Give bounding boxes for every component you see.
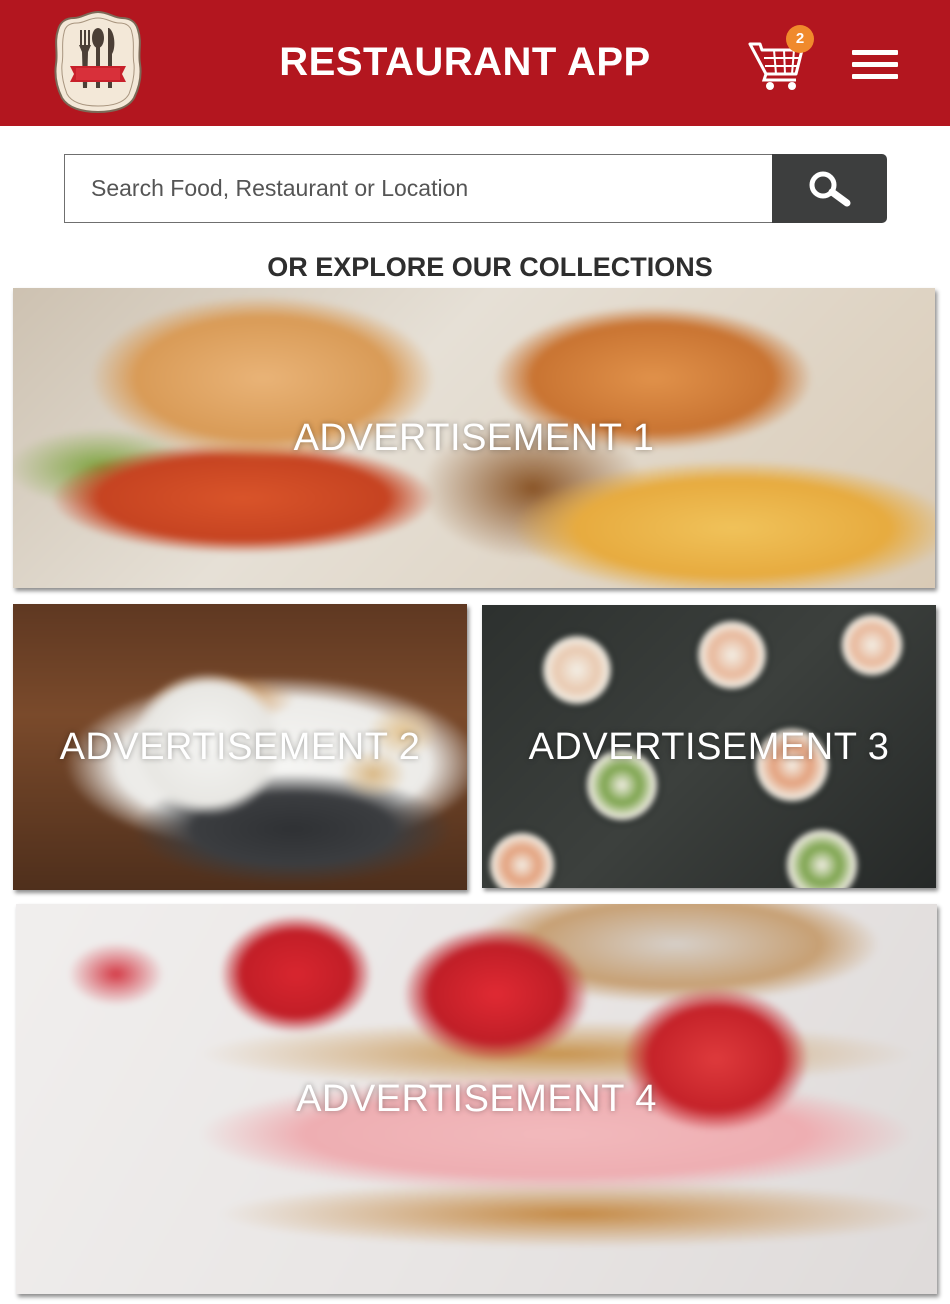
- advertisement-2-label: ADVERTISEMENT 2: [59, 726, 421, 768]
- advertisement-banner-4[interactable]: ADVERTISEMENT 4: [16, 904, 937, 1294]
- hamburger-menu-icon[interactable]: [852, 48, 898, 82]
- search-icon: [809, 171, 851, 207]
- restaurant-logo-icon[interactable]: [52, 8, 144, 116]
- search-field-container: [64, 154, 774, 223]
- advertisement-1-label: ADVERTISEMENT 1: [293, 417, 655, 459]
- app-title: RESTAURANT APP: [279, 40, 651, 84]
- advertisement-banner-2[interactable]: ADVERTISEMENT 2: [13, 604, 467, 890]
- advertisement-banner-3[interactable]: ADVERTISEMENT 3: [482, 605, 936, 888]
- cart-count-badge: 2: [786, 25, 814, 53]
- advertisement-4-label: ADVERTISEMENT 4: [296, 1078, 657, 1120]
- search-button[interactable]: [772, 154, 887, 223]
- app-header: RESTAURANT APP 2: [0, 0, 950, 126]
- advertisement-banner-1[interactable]: ADVERTISEMENT 1: [13, 288, 935, 588]
- collections-heading: OR EXPLORE OUR COLLECTIONS: [267, 252, 713, 282]
- advertisement-3-label: ADVERTISEMENT 3: [528, 725, 890, 768]
- search-input[interactable]: [65, 155, 774, 222]
